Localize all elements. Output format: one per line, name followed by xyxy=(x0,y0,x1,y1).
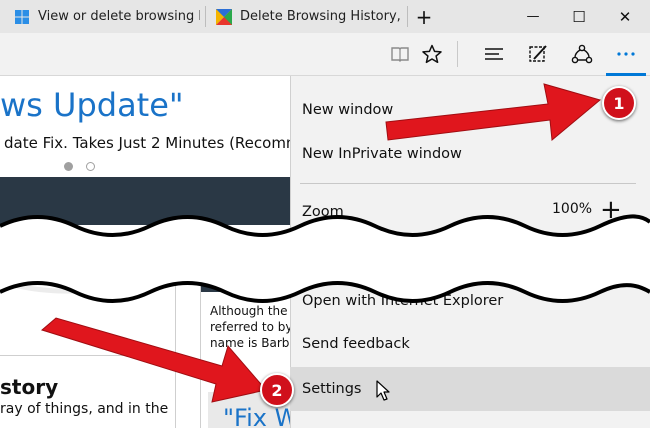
red-arrow-2 xyxy=(40,317,267,403)
step-badge-2: 2 xyxy=(260,373,294,407)
mouse-cursor-icon xyxy=(376,380,390,401)
annotation-arrows xyxy=(40,83,602,403)
red-arrow-1 xyxy=(385,83,602,141)
step-badge-1: 1 xyxy=(602,86,636,120)
